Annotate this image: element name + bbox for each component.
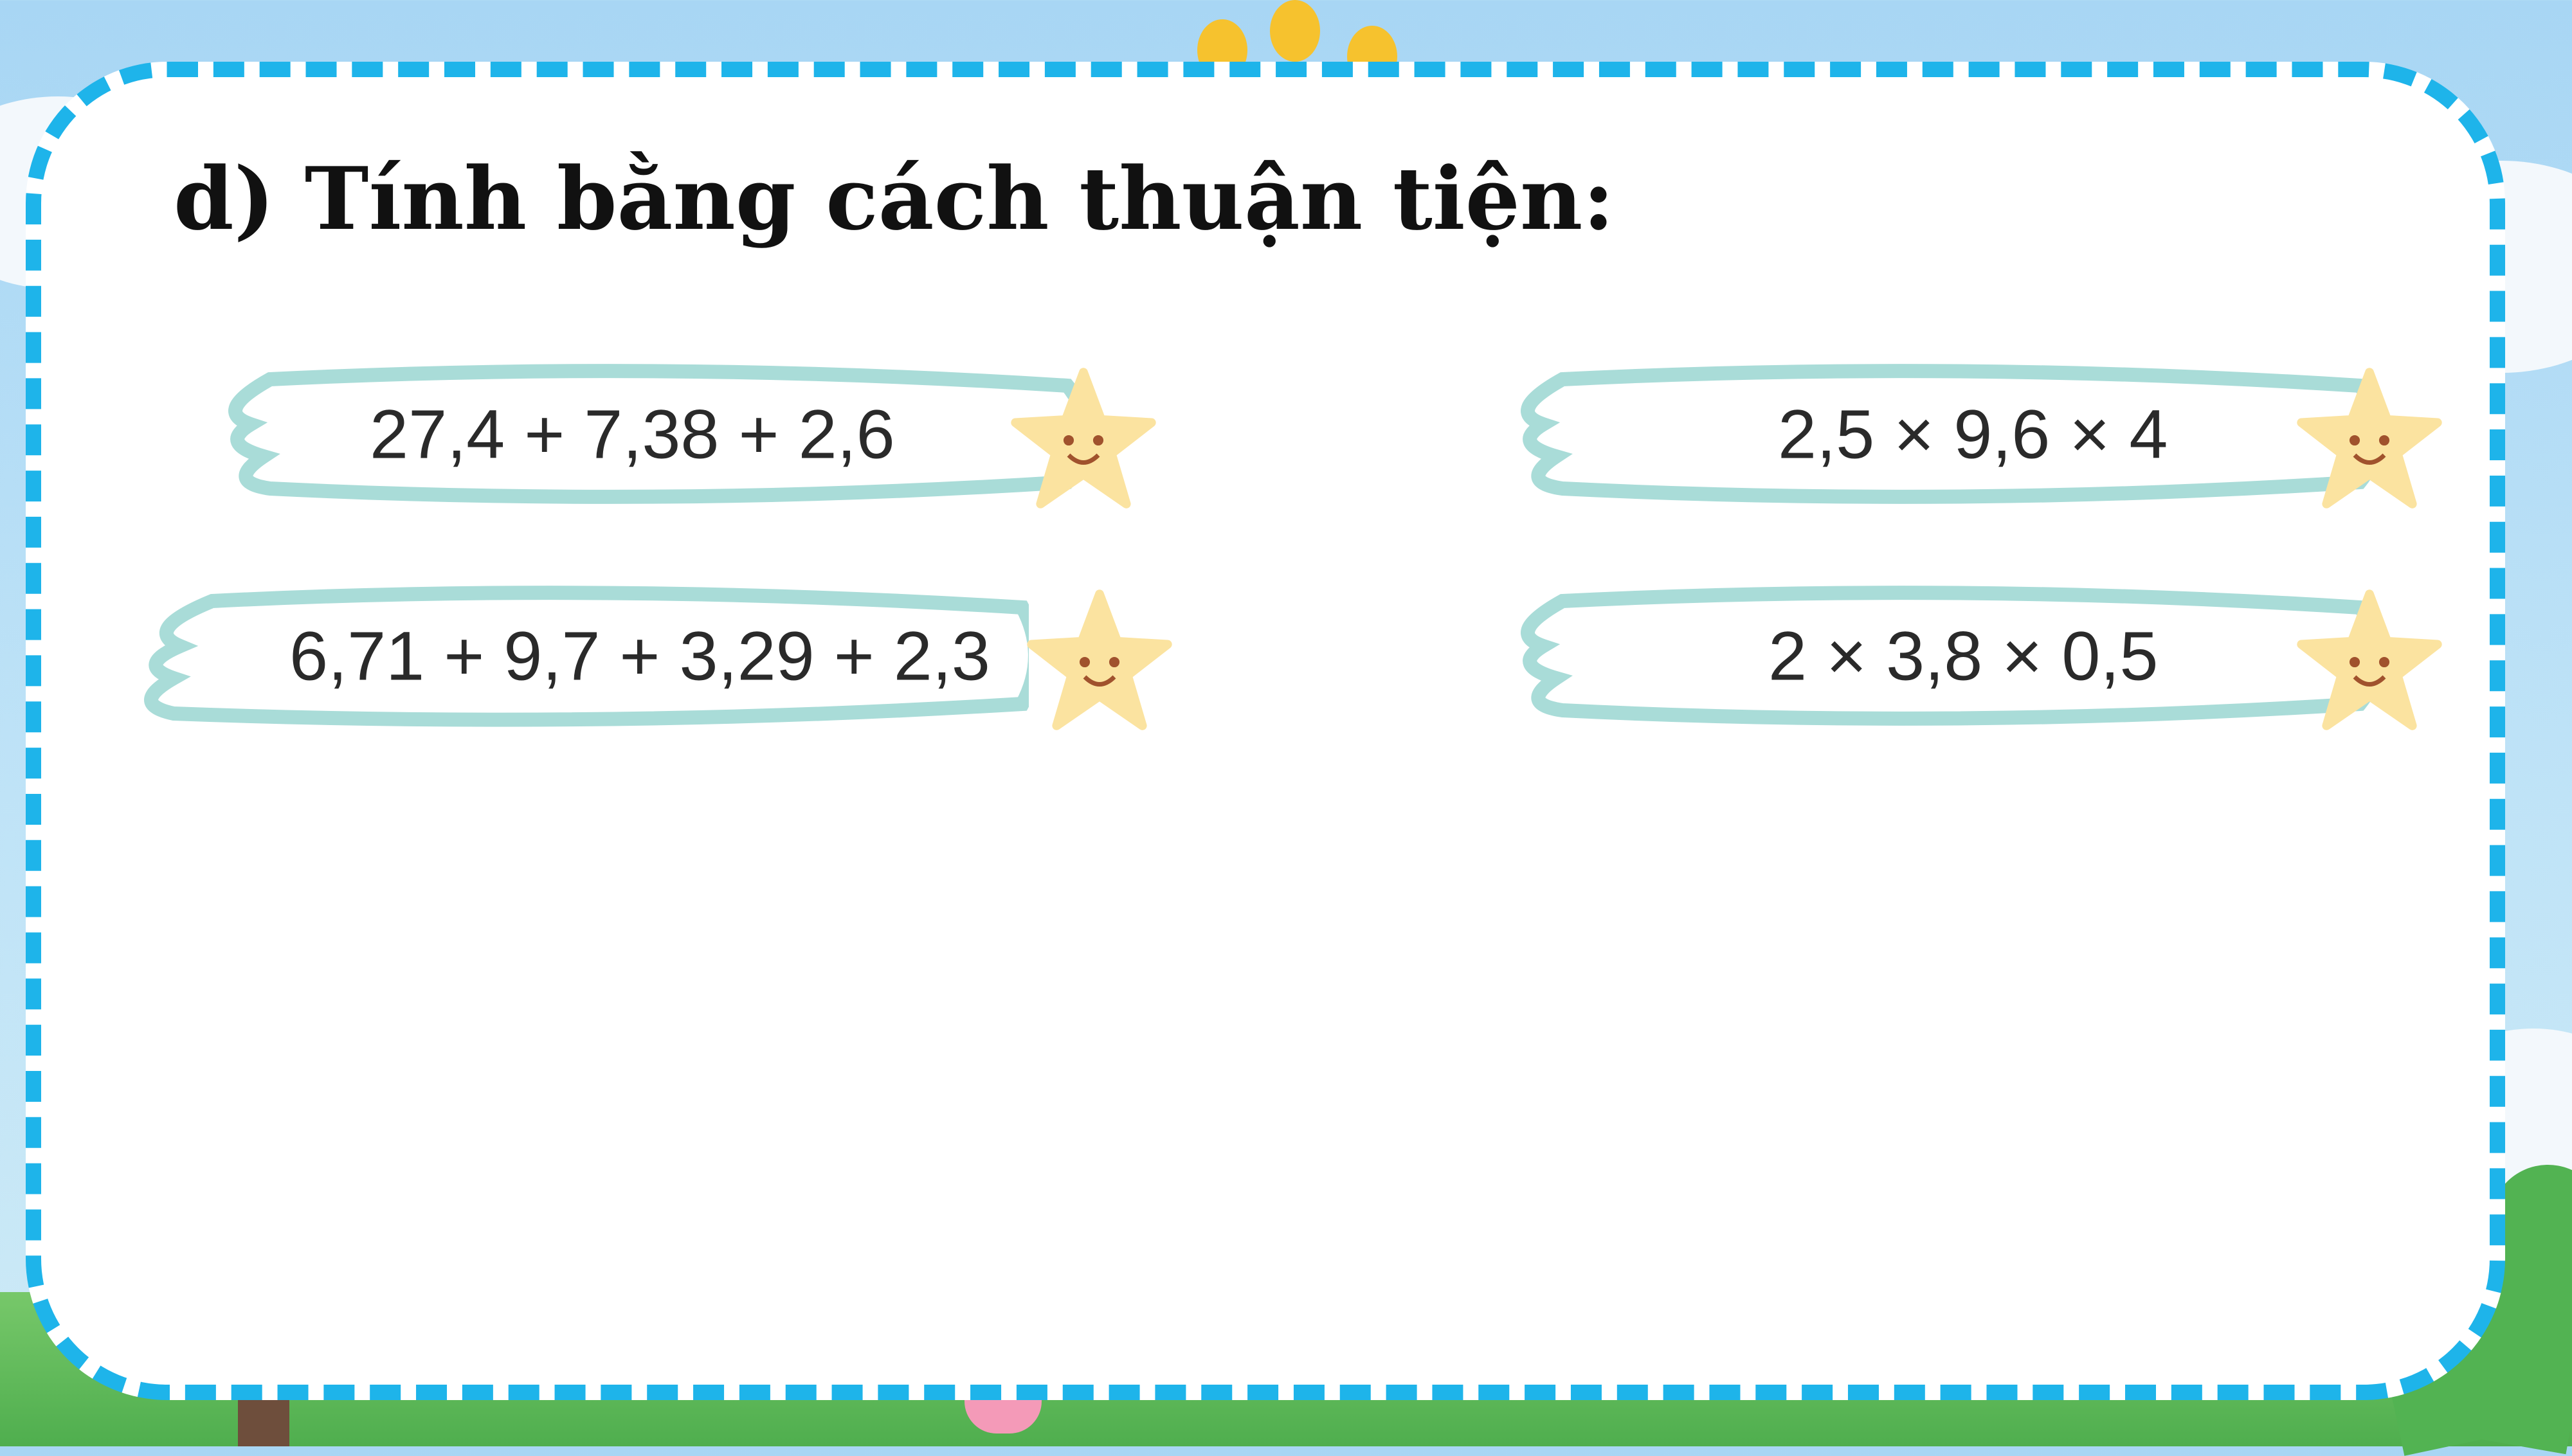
problem-card-2: 6,71 + 9,7 + 3,29 + 2,3 [135, 582, 1172, 730]
star-smiley-icon [2297, 589, 2442, 730]
exercise-board [26, 62, 2505, 1400]
problem-card-1: 27,4 + 7,38 + 2,6 [212, 360, 1156, 508]
balloon [1270, 0, 1320, 62]
problem-card-3: 2,5 × 9,6 × 4 [1505, 360, 2442, 508]
problem-expression: 6,71 + 9,7 + 3,29 + 2,3 [289, 616, 990, 695]
problem-expression: 2,5 × 9,6 × 4 [1778, 395, 2168, 473]
problem-expression: 2 × 3,8 × 0,5 [1768, 616, 2159, 695]
problem-card-4: 2 × 3,8 × 0,5 [1505, 582, 2442, 730]
star-smiley-icon [1011, 368, 1156, 508]
exercise-title: d) Tính bằng cách thuận tiện: [174, 148, 1615, 249]
star-smiley-icon [1027, 589, 1172, 730]
star-smiley-icon [2297, 368, 2442, 508]
problem-expression: 27,4 + 7,38 + 2,6 [370, 395, 895, 473]
